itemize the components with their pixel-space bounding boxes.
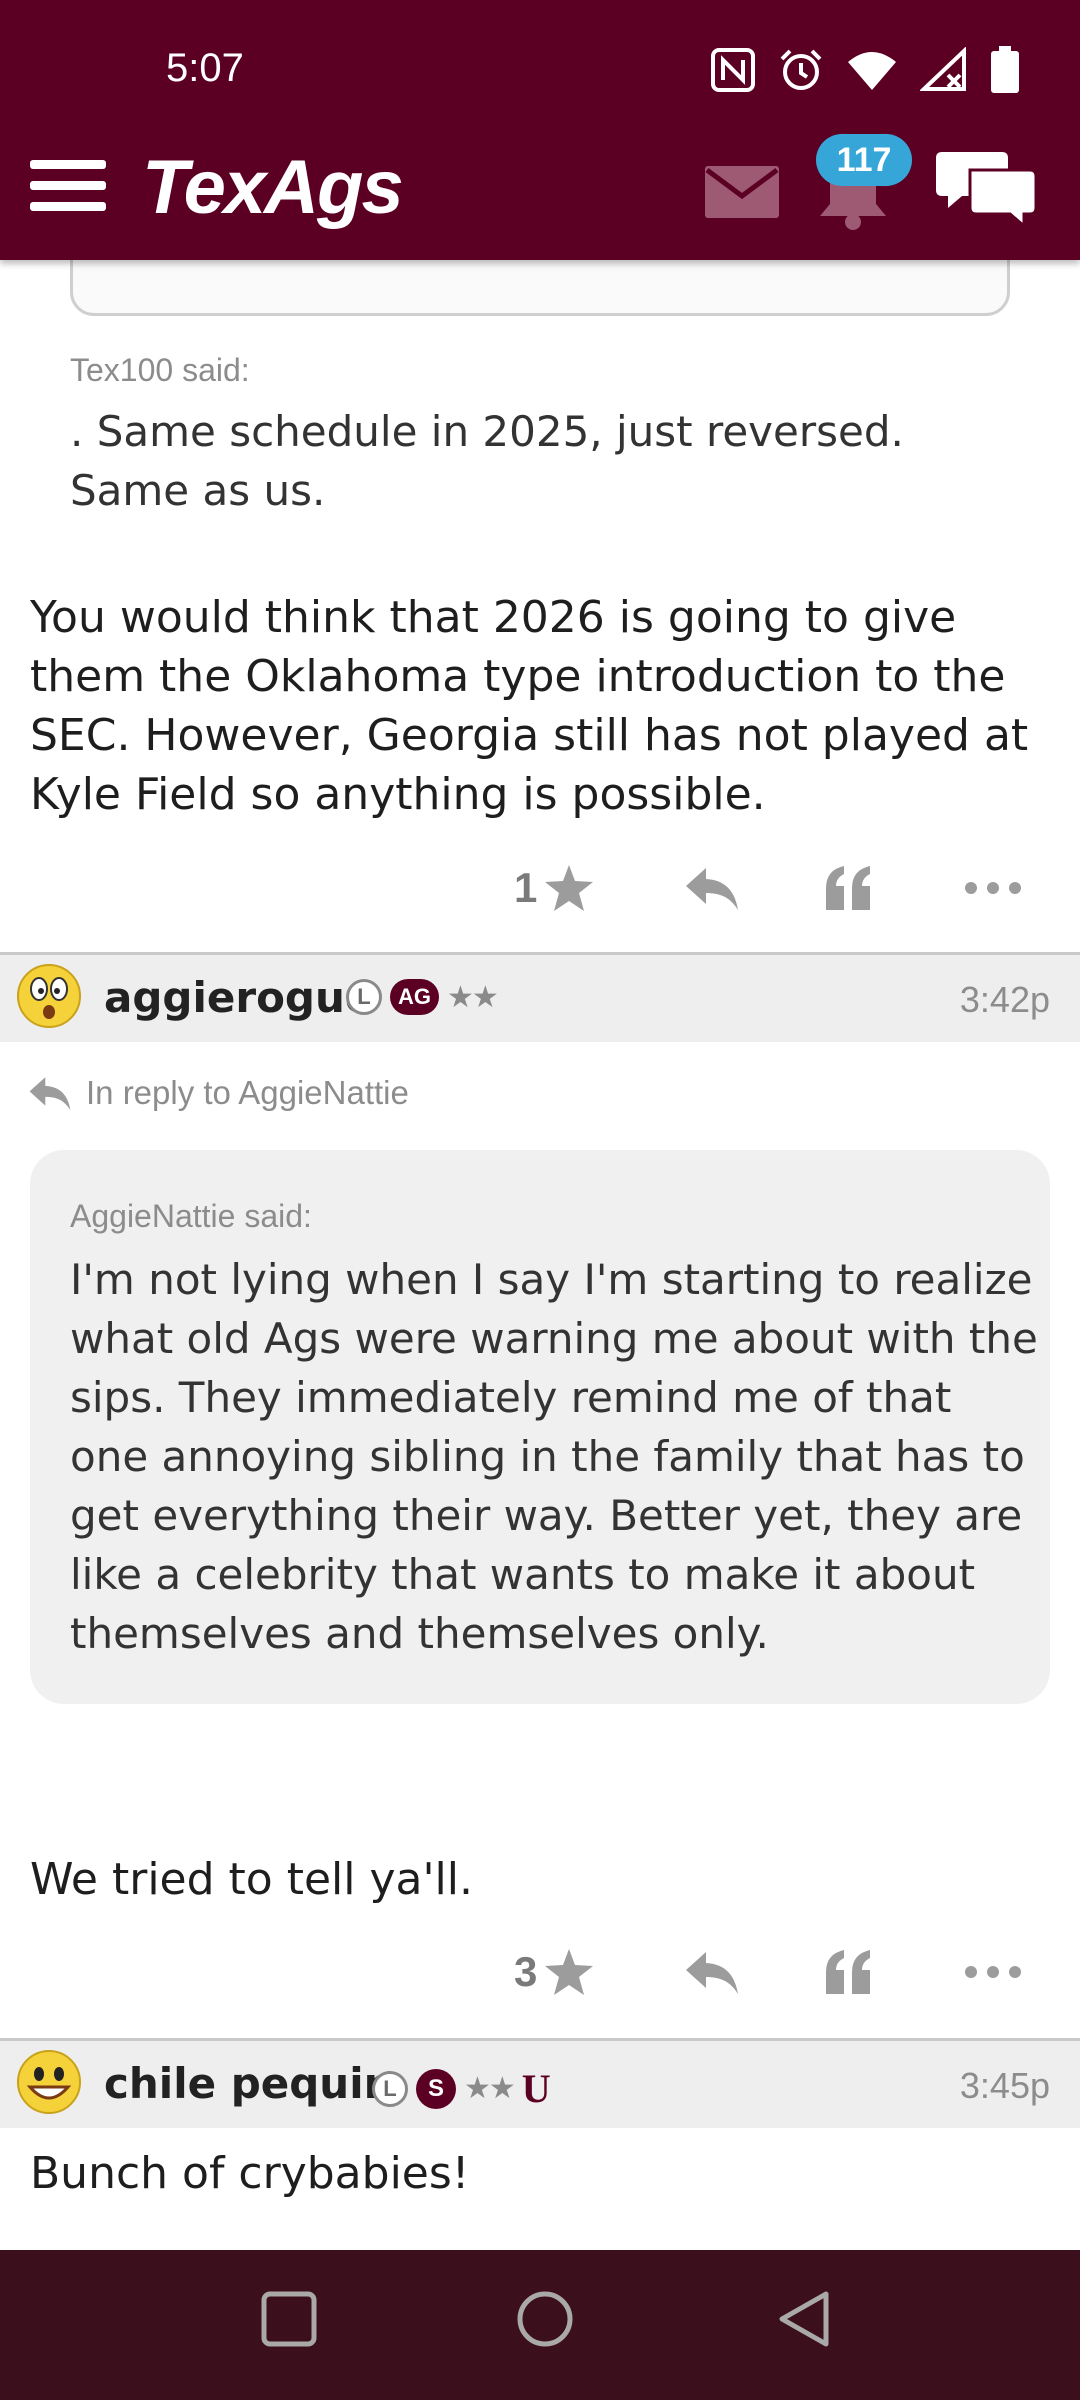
post-header: aggierogue L AG ★★ 3:42p (0, 952, 1080, 1042)
quote-button[interactable] (824, 848, 874, 928)
avatar[interactable] (16, 2049, 82, 2115)
back-icon[interactable] (776, 2290, 834, 2348)
more-icon (965, 1966, 1021, 1978)
quote-button[interactable] (824, 1932, 874, 2012)
signal-icon (920, 47, 966, 91)
mail-icon[interactable] (705, 166, 779, 218)
rating-button[interactable]: 3 (514, 1932, 595, 2012)
star-rank-icon: ★★ (464, 2071, 516, 2106)
quote-author: AggieNattie said: (70, 1198, 312, 1234)
reply-icon (686, 1952, 738, 1994)
quote-icon (826, 866, 870, 910)
lifetime-badge: L (372, 2070, 408, 2107)
rating-count: 3 (514, 1948, 538, 1995)
status-time: 5:07 (166, 46, 244, 90)
post-header: chile pequin L S ★★ U 3:45p (0, 2038, 1080, 2128)
texags-logo[interactable]: TexAgs (142, 148, 404, 228)
post-time[interactable]: 3:45p (960, 2065, 1050, 2107)
reply-button[interactable] (684, 848, 740, 928)
u-badge: U (521, 2066, 551, 2111)
system-nav-bar (0, 2250, 1080, 2400)
username[interactable]: aggierogue (104, 973, 373, 1022)
post-body: You would think that 2026 is going to gi… (30, 592, 1029, 820)
more-icon (965, 882, 1021, 894)
more-button[interactable] (964, 1932, 1022, 2012)
post-actions: 1 (0, 848, 1080, 928)
reply-icon (686, 868, 738, 910)
star-icon (545, 1949, 594, 1995)
reply-button[interactable] (684, 1932, 740, 2012)
quote-author: Tex100 said: (70, 352, 250, 388)
menu-icon[interactable] (30, 160, 106, 212)
reply-to-link[interactable]: In reply to AggieNattie (28, 1074, 409, 1112)
app-bar: 5:07 TexAgs 117 (0, 0, 1080, 260)
star-rank-icon: ★★ (447, 979, 499, 1015)
user-badges: L AG ★★ (346, 979, 499, 1015)
quote-icon (826, 1950, 870, 1994)
lifetime-badge: L (346, 979, 382, 1015)
avatar[interactable] (16, 963, 82, 1029)
quote-block: AggieNattie said: I'm not lying when I s… (30, 1150, 1050, 1704)
quote-text: . Same schedule in 2025, just reversed. … (70, 407, 904, 515)
home-icon[interactable] (516, 2290, 574, 2348)
battery-icon (991, 46, 1019, 93)
chat-icon[interactable] (936, 148, 1036, 228)
post-time[interactable]: 3:42p (960, 979, 1050, 1021)
post-body: We tried to tell ya'll. (30, 1854, 473, 1905)
post-actions: 3 (0, 1932, 1080, 2012)
status-icons (710, 46, 1020, 94)
reply-to-label: In reply to AggieNattie (86, 1074, 409, 1111)
star-icon (545, 865, 594, 911)
alarm-icon (780, 49, 822, 90)
notification-count-badge[interactable]: 117 (816, 134, 912, 186)
rating-button[interactable]: 1 (514, 848, 595, 928)
post-body: Bunch of crybabies! (30, 2148, 470, 2199)
quote-text: I'm not lying when I say I'm starting to… (70, 1255, 1038, 1658)
nfc-icon (711, 48, 755, 92)
wifi-icon (848, 52, 896, 90)
s-badge: S (416, 2068, 456, 2109)
user-badges: L S ★★ U (372, 2065, 551, 2112)
recents-icon[interactable] (260, 2290, 318, 2348)
ag-badge: AG (390, 979, 439, 1015)
rating-count: 1 (514, 864, 538, 911)
reply-icon (29, 1077, 71, 1111)
username[interactable]: chile pequin (104, 2059, 394, 2108)
more-button[interactable] (964, 848, 1022, 928)
